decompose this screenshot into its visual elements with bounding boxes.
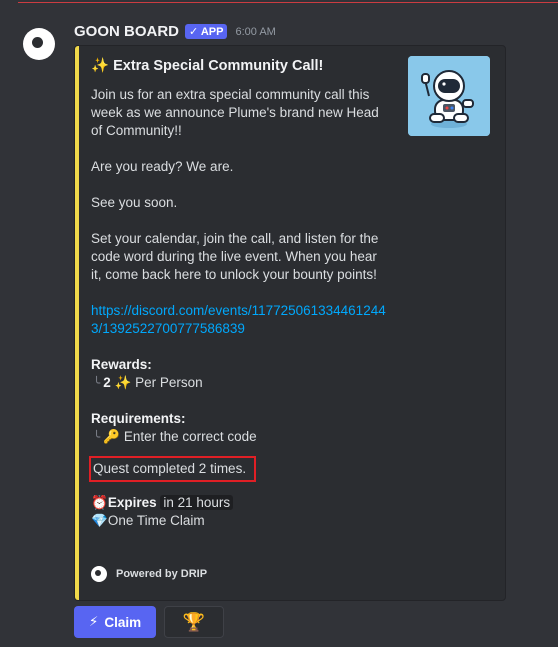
rewards-text: Per Person <box>135 375 203 390</box>
message-header: GOON BOARD ✓ APP 6:00 AM <box>74 23 276 40</box>
drip-logo-icon <box>91 566 107 582</box>
alarm-clock-icon: ⏰ <box>91 495 108 510</box>
diamond-icon: 💎 <box>91 513 108 528</box>
embed-footer: Powered by DRIP <box>91 566 207 582</box>
quest-embed: ✨ Extra Special Community Call! Join us … <box>74 45 506 601</box>
timestamp[interactable]: 6:00 AM <box>235 26 275 38</box>
trophy-icon: 🏆 <box>182 611 206 632</box>
claim-type-row: 💎One Time Claim <box>91 512 391 530</box>
claim-label: Claim <box>104 614 142 630</box>
unread-divider <box>18 2 558 3</box>
embed-accent-bar <box>75 46 79 600</box>
expires-label: Expires <box>107 495 157 510</box>
rewards-heading: Rewards: <box>91 357 152 372</box>
branch-icon: ╰ <box>93 430 101 444</box>
event-link[interactable]: https://discord.com/events/1177250613344… <box>91 302 391 338</box>
sparkles-icon: ✨ <box>114 375 132 390</box>
quest-status: Quest completed 2 times. <box>89 456 257 482</box>
rewards-row: ╰ 2 ✨ Per Person <box>91 374 391 392</box>
embed-paragraph: Join us for an extra special community c… <box>91 87 379 138</box>
embed-body: ✨ Extra Special Community Call! Join us … <box>89 57 391 530</box>
expires-row: ⏰Expires in 21 hours <box>91 494 391 512</box>
embed-paragraph: Set your calendar, join the call, and li… <box>91 231 379 282</box>
requirements-row: ╰ 🔑 Enter the correct code <box>91 428 391 446</box>
key-icon: 🔑 <box>103 429 121 444</box>
leaderboard-button[interactable]: 🏆 <box>164 606 224 638</box>
username[interactable]: GOON BOARD <box>74 23 179 40</box>
embed-paragraph: See you soon. <box>91 195 178 210</box>
embed-paragraph: Are you ready? We are. <box>91 159 234 174</box>
claim-button[interactable]: ⚡ Claim <box>74 606 156 638</box>
expires-value[interactable]: in 21 hours <box>160 495 234 510</box>
branch-icon: ╰ <box>93 376 101 390</box>
embed-thumbnail[interactable] <box>408 56 490 136</box>
bot-avatar[interactable] <box>23 28 55 60</box>
requirements-heading: Requirements: <box>91 411 186 426</box>
app-badge: ✓ APP <box>185 24 228 39</box>
rewards-amount: 2 <box>103 375 111 390</box>
claim-type-text: One Time Claim <box>107 513 205 528</box>
embed-title: ✨ Extra Special Community Call! <box>91 58 324 74</box>
requirements-text: Enter the correct code <box>123 429 257 444</box>
astronaut-icon <box>408 56 490 136</box>
lightning-icon: ⚡ <box>88 614 99 629</box>
footer-text: Powered by DRIP <box>116 568 208 580</box>
